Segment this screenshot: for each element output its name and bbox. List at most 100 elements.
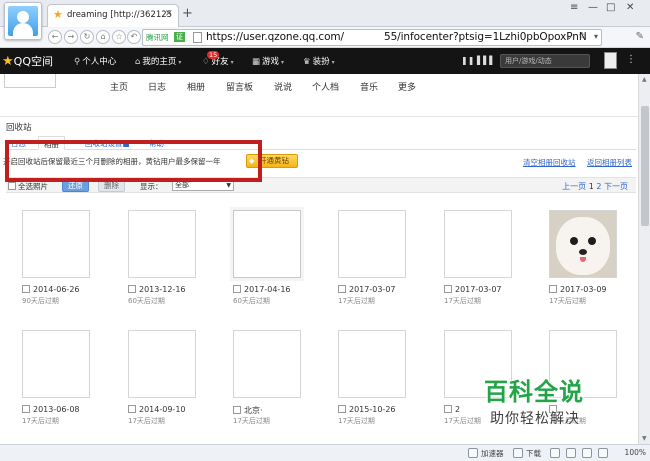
photo-expiry: 17天后过期 — [549, 297, 586, 305]
subnav-music[interactable]: 音乐 — [360, 80, 378, 93]
accelerator-icon[interactable] — [468, 448, 478, 458]
nav-games[interactable]: ▦ 游戏 ▾ — [252, 55, 284, 67]
subnav-shuoshuo[interactable]: 说说 — [274, 80, 292, 93]
photo-date[interactable]: 2 — [444, 405, 460, 414]
photo-date[interactable]: 2017-04-16 — [233, 285, 291, 294]
history-dropdown-icon[interactable]: ▾ — [594, 32, 598, 41]
subnav-profile[interactable]: 个人档 — [312, 80, 339, 93]
recycle-bin-title: 回收站 — [6, 123, 32, 133]
clear-recycle-link[interactable]: 清空相册回收站 — [523, 157, 576, 168]
photo-date[interactable]: 2015-10-26 — [338, 405, 396, 414]
subnav-album[interactable]: 相册 — [187, 80, 205, 93]
nav-personal-center[interactable]: ⚲ 个人中心 — [74, 55, 116, 67]
photo-thumbnail[interactable] — [338, 330, 406, 398]
photo-thumbnail[interactable] — [444, 210, 512, 278]
photo-thumbnail[interactable] — [22, 210, 90, 278]
subnav-message-board[interactable]: 留言板 — [226, 80, 253, 93]
user-avatar[interactable] — [604, 52, 617, 69]
back-icon[interactable]: ← — [48, 30, 62, 44]
browser-profile-avatar[interactable] — [4, 2, 42, 40]
certificate-badge[interactable]: 证 — [174, 32, 185, 42]
forward-icon[interactable]: → — [64, 30, 78, 44]
undo-close-icon[interactable]: ↶ — [127, 30, 141, 44]
nav-my-homepage[interactable]: ⌂ 我的主页 ▾ — [135, 55, 181, 67]
photo-expiry: 17天后过期 — [22, 417, 59, 425]
recycle-bin-header: 回收站 — [0, 116, 638, 134]
maximize-button[interactable]: □ — [606, 2, 615, 13]
photo-date[interactable]: 2013-06-08 — [22, 405, 80, 414]
photo-checkbox — [338, 285, 346, 293]
photo-date[interactable]: 北京· — [233, 405, 263, 416]
photo-date[interactable]: 2017-03-07 — [444, 285, 502, 294]
photo-thumbnail[interactable] — [338, 210, 406, 278]
back-to-album-list-link[interactable]: 返回相册列表 — [587, 157, 632, 168]
home-icon[interactable]: ⌂ — [96, 30, 110, 44]
new-tab-button[interactable]: + — [182, 6, 193, 21]
next-page-link[interactable]: 下一页 — [604, 182, 628, 191]
scroll-up-icon[interactable]: ▲ — [642, 76, 647, 83]
subnav-more[interactable]: 更多 — [398, 80, 416, 93]
more-icon[interactable]: ⋮ — [626, 54, 636, 65]
address-toolbar: ← → ↻ ⌂ ☆ ↶ 腾讯网 证 https://user.qzone.qq.… — [0, 27, 650, 48]
photo-date[interactable]: 2014-09-10 — [128, 405, 186, 414]
photo-toolbar: 全选照片 还原 删除 显示： 全部 ▼ 上一页 1 2 下一页 — [6, 177, 636, 193]
show-label: 显示： — [140, 182, 163, 191]
url-bar[interactable]: 腾讯网 证 https://user.qzone.qq.com/55/infoc… — [142, 29, 602, 46]
photo-date[interactable]: 2014-06-26 — [22, 285, 80, 294]
photo-thumbnail[interactable] — [233, 210, 301, 278]
url-dropdown-icon[interactable]: ⌄ — [565, 32, 573, 42]
subnav-blog[interactable]: 日志 — [148, 80, 166, 93]
photo-date[interactable]: 2017-03-07 — [338, 285, 396, 294]
nav-decorate[interactable]: ♛ 装扮 ▾ — [303, 55, 335, 67]
screenshot-icon[interactable] — [550, 448, 560, 458]
zoom-icon[interactable] — [598, 448, 608, 458]
show-filter-select[interactable]: 全部 ▼ — [172, 180, 234, 191]
photo-expiry: 90天后过期 — [22, 297, 59, 305]
photo-date[interactable]: 2013-12-16 — [128, 285, 186, 294]
accelerator-label[interactable]: 加速器 — [481, 448, 504, 459]
restore-button[interactable]: 还原 — [62, 180, 89, 192]
menu-icon[interactable]: ≡ — [570, 2, 578, 13]
qzone-top-bar: ★QQ空间 ⚲ 个人中心 ⌂ 我的主页 ▾ ♢ 好友 ▾ ▦ 游戏 ▾ ♛ 装扮 ▾ ❚❚ ▌▌▌… — [0, 48, 650, 74]
scroll-down-icon[interactable]: ▼ — [642, 435, 647, 442]
photo-thumbnail[interactable] — [22, 330, 90, 398]
download-label[interactable]: 下载 — [526, 448, 541, 459]
scrollbar-thumb[interactable] — [641, 106, 649, 226]
photo-thumbnail[interactable] — [233, 330, 301, 398]
tab-album[interactable]: 相册 — [38, 136, 65, 150]
zoom-level[interactable]: 100% — [625, 448, 646, 457]
photo-expiry: 17天后过期 — [444, 297, 481, 305]
photo-date[interactable]: 2017-03-09 — [549, 285, 607, 294]
photo-thumbnail[interactable] — [128, 330, 196, 398]
bookmark-star-icon[interactable]: ☆ — [578, 31, 587, 42]
photo-thumbnail[interactable] — [549, 210, 617, 278]
qzone-logo[interactable]: ★QQ空间 — [2, 53, 53, 69]
music-bars-icon[interactable]: ❚❚ ▌▌▌ — [461, 56, 495, 65]
favorites-icon[interactable]: ☆ — [112, 30, 126, 44]
photo-expiry: 60天后过期 — [233, 297, 270, 305]
tools-status-icon[interactable] — [582, 448, 592, 458]
download-icon[interactable] — [513, 448, 523, 458]
tab-blog[interactable]: 日志 — [6, 136, 31, 150]
tab-help[interactable]: 帮助 — [144, 136, 169, 150]
refresh-icon[interactable]: ↻ — [80, 30, 94, 44]
tab-close-icon[interactable]: × — [165, 8, 173, 19]
minimize-button[interactable]: — — [588, 2, 598, 13]
page-2-link[interactable]: 2 — [596, 182, 601, 191]
photo-thumbnail[interactable] — [128, 210, 196, 278]
person-icon: ⚲ — [74, 57, 81, 67]
photo-checkbox — [549, 285, 557, 293]
prev-page-link[interactable]: 上一页 — [562, 182, 586, 191]
browser-tab[interactable]: ★ dreaming [http://362125 × — [47, 4, 179, 27]
tools-icon[interactable]: ✎ — [636, 31, 644, 42]
delete-button[interactable]: 删除 — [98, 180, 125, 192]
tab-recycle-settings[interactable]: 回收站设置■ — [80, 136, 135, 150]
qzone-search-input[interactable]: 用户/游戏/动态 — [500, 54, 590, 68]
open-yellow-diamond-button[interactable]: ◆ 开通黄钻 — [246, 154, 298, 168]
mute-icon[interactable] — [566, 448, 576, 458]
close-window-button[interactable]: ✕ — [626, 2, 634, 13]
dog-photo — [550, 211, 616, 277]
subnav-home[interactable]: 主页 — [110, 80, 128, 93]
select-all-checkbox[interactable]: 全选照片 — [8, 181, 48, 192]
url-text[interactable]: https://user.qzone.qq.com/55/infocenter?… — [206, 31, 587, 43]
